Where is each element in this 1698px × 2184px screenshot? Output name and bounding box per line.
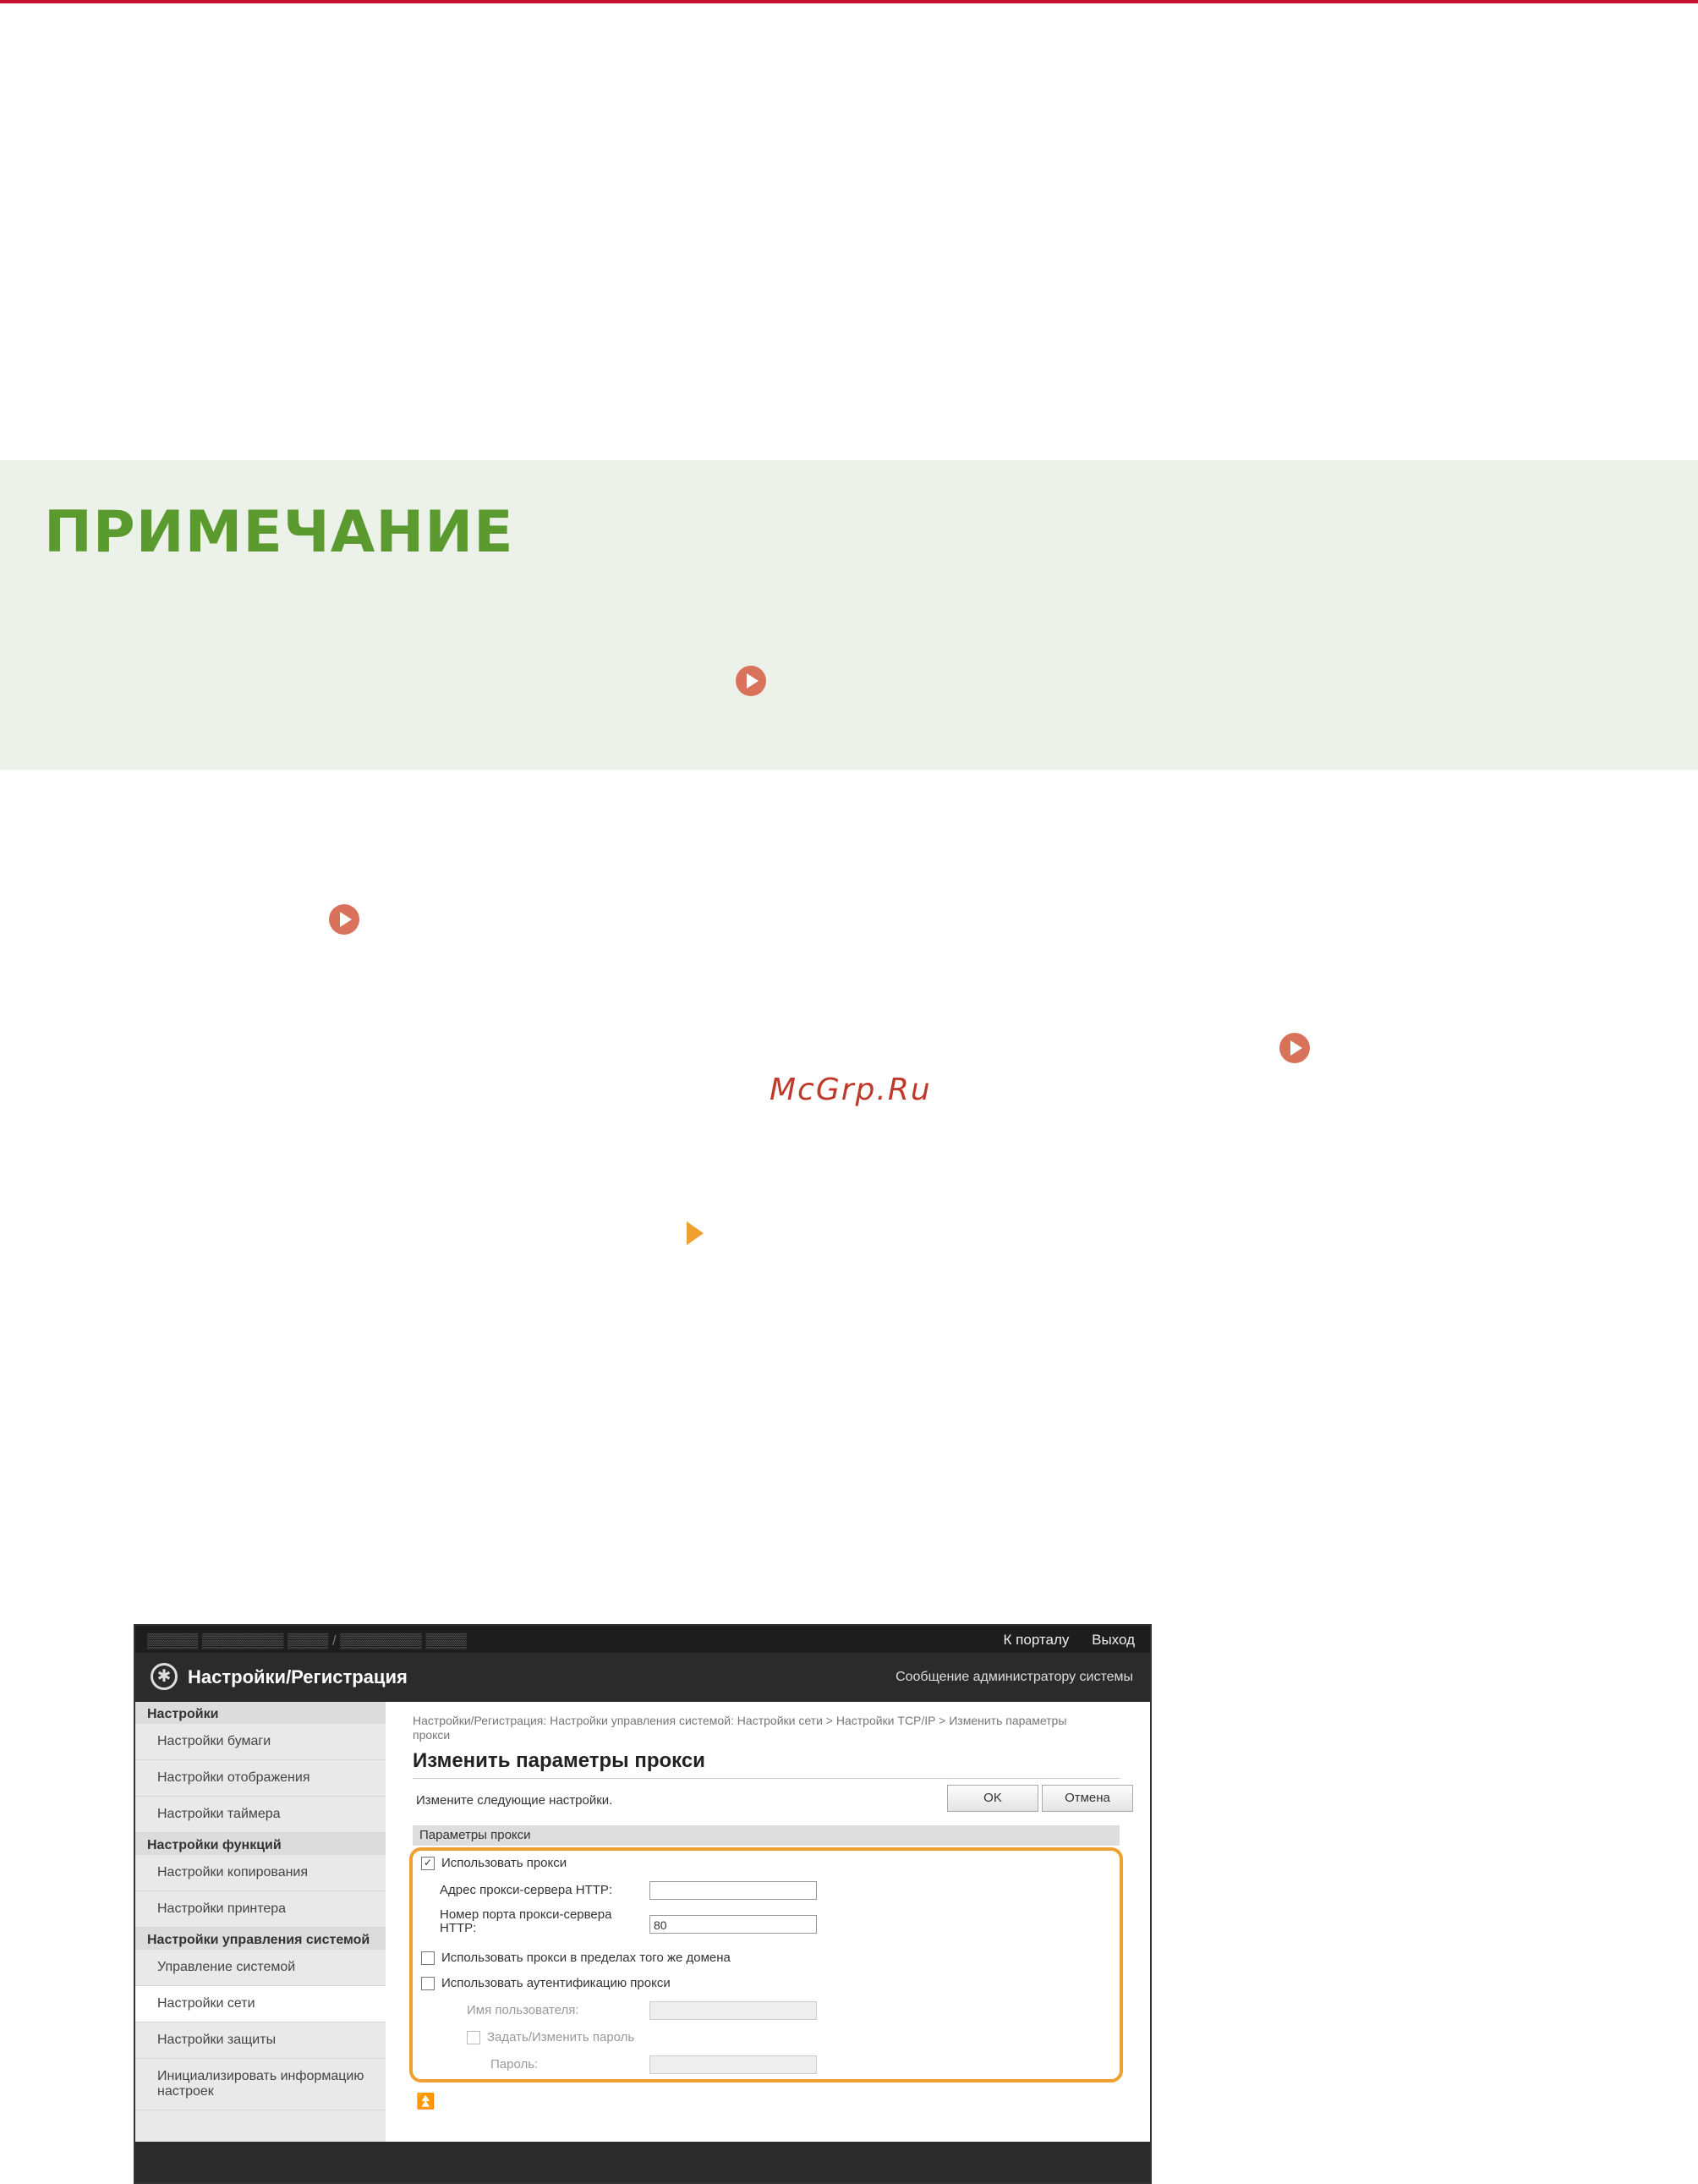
ok-button[interactable]: OK bbox=[947, 1785, 1038, 1812]
admin-message-link[interactable]: Сообщение администратору системы bbox=[896, 1670, 1133, 1685]
use-proxy-checkbox[interactable]: ✓ bbox=[421, 1857, 435, 1871]
use-proxy-label: Использовать прокси bbox=[441, 1856, 567, 1870]
ui-header: ✱ Настройки/Регистрация Сообщение админи… bbox=[135, 1653, 1150, 1702]
http-port-label-line2: HTTP: bbox=[440, 1921, 477, 1935]
password-input[interactable] bbox=[649, 2055, 817, 2074]
set-password-row: Задать/Изменить пароль bbox=[467, 2030, 635, 2045]
username-input[interactable] bbox=[649, 2001, 817, 2020]
auth-row: Использовать аутентификацию прокси bbox=[421, 1976, 671, 1991]
sidebar-group: Настройки управления системой bbox=[135, 1928, 386, 1950]
http-port-input[interactable]: 80 bbox=[649, 1915, 817, 1934]
instruction-text: Измените следующие настройки. bbox=[416, 1793, 613, 1808]
username-label: Имя пользователя: bbox=[467, 2003, 579, 2017]
step-arrow-icon bbox=[687, 1221, 704, 1245]
use-proxy-row: ✓ Использовать прокси bbox=[421, 1856, 567, 1871]
sidebar-item-network[interactable]: Настройки сети bbox=[135, 1986, 386, 2022]
ui-main: Настройки/Регистрация: Настройки управле… bbox=[386, 1702, 1150, 2142]
sidebar-item-system[interactable]: Управление системой bbox=[135, 1950, 386, 1986]
auth-label: Использовать аутентификацию прокси bbox=[441, 1976, 671, 1990]
auth-checkbox[interactable] bbox=[421, 1977, 435, 1991]
password-label: Пароль: bbox=[490, 2057, 539, 2072]
same-domain-label: Использовать прокси в пределах того же д… bbox=[441, 1951, 731, 1965]
same-domain-row: Использовать прокси в пределах того же д… bbox=[421, 1951, 731, 1966]
set-password-checkbox[interactable] bbox=[467, 2031, 480, 2045]
settings-gear-icon: ✱ bbox=[151, 1663, 178, 1690]
sidebar-group: Настройки функций bbox=[135, 1833, 386, 1855]
sidebar-item-security[interactable]: Настройки защиты bbox=[135, 2022, 386, 2059]
http-address-label: Адрес прокси-сервера HTTP: bbox=[440, 1883, 613, 1897]
sidebar-item-paper[interactable]: Настройки бумаги bbox=[135, 1724, 386, 1760]
back-to-top-icon[interactable]: ⏫ bbox=[416, 2093, 435, 2110]
link-arrow-icon[interactable] bbox=[329, 904, 359, 935]
sidebar-item-initialize[interactable]: Инициализировать информацию настроек bbox=[135, 2059, 386, 2110]
page-title: Изменить параметры прокси bbox=[413, 1749, 705, 1772]
http-address-input[interactable] bbox=[649, 1881, 817, 1900]
logout-link[interactable]: Выход bbox=[1092, 1632, 1135, 1648]
ui-footer bbox=[135, 2142, 1150, 2182]
http-port-label: Номер порта прокси-сервера HTTP: bbox=[440, 1908, 611, 1935]
device-name-blurred: ▒▒▒▒▒ ▒▒▒▒▒▒▒▒ ▒▒▒▒ / ▒▒▒▒▒▒▒▒ ▒▒▒▒ bbox=[147, 1633, 467, 1649]
title-divider bbox=[413, 1778, 1120, 1779]
sidebar-item-copy[interactable]: Настройки копирования bbox=[135, 1855, 386, 1891]
note-title: ПРИМЕЧАНИЕ bbox=[44, 499, 514, 566]
to-portal-link[interactable]: К порталу bbox=[1004, 1632, 1070, 1648]
top-rule bbox=[0, 0, 1698, 3]
sidebar-group: Настройки bbox=[135, 1702, 386, 1724]
link-arrow-icon[interactable] bbox=[736, 666, 766, 696]
ui-topbar: ▒▒▒▒▒ ▒▒▒▒▒▒▒▒ ▒▒▒▒ / ▒▒▒▒▒▒▒▒ ▒▒▒▒ К по… bbox=[135, 1626, 1150, 1653]
sidebar-item-printer[interactable]: Настройки принтера bbox=[135, 1891, 386, 1928]
same-domain-checkbox[interactable] bbox=[421, 1951, 435, 1966]
cancel-button[interactable]: Отмена bbox=[1042, 1785, 1133, 1812]
sidebar-item-timer[interactable]: Настройки таймера bbox=[135, 1797, 386, 1833]
embedded-ui-screenshot: ▒▒▒▒▒ ▒▒▒▒▒▒▒▒ ▒▒▒▒ / ▒▒▒▒▒▒▒▒ ▒▒▒▒ К по… bbox=[134, 1624, 1152, 2184]
breadcrumb: Настройки/Регистрация: Настройки управле… bbox=[413, 1714, 1067, 1742]
link-arrow-icon[interactable] bbox=[1279, 1033, 1310, 1063]
section-header: Параметры прокси bbox=[413, 1825, 1120, 1846]
watermark: McGrp.Ru bbox=[770, 1073, 932, 1107]
ui-sidebar: Настройки Настройки бумаги Настройки ото… bbox=[135, 1702, 386, 2142]
set-password-label: Задать/Изменить пароль bbox=[487, 2030, 635, 2044]
http-port-label-line1: Номер порта прокси-сервера bbox=[440, 1907, 612, 1922]
ui-header-title: Настройки/Регистрация bbox=[188, 1666, 408, 1687]
sidebar-item-display[interactable]: Настройки отображения bbox=[135, 1760, 386, 1797]
